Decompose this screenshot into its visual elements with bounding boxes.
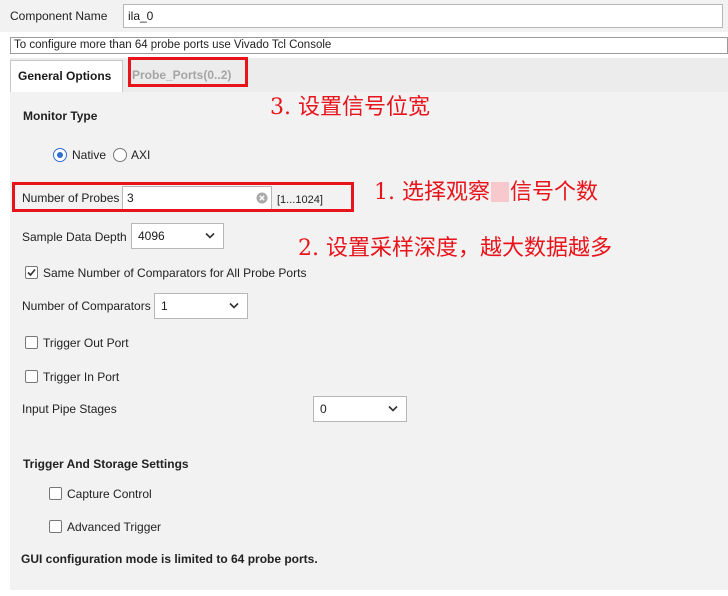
num-probes-highlight-box — [12, 182, 354, 212]
trigger-out-checkbox[interactable] — [25, 336, 38, 349]
same-comparators-label: Same Number of Comparators for All Probe… — [43, 266, 307, 280]
same-comparators-checkbox[interactable] — [25, 266, 38, 279]
trigger-storage-heading: Trigger And Storage Settings — [23, 457, 189, 471]
capture-control-label: Capture Control — [67, 487, 152, 501]
chevron-down-icon — [388, 405, 398, 412]
annotation-censor-mark — [490, 182, 509, 202]
radio-native[interactable] — [53, 148, 67, 162]
advanced-trigger-checkbox[interactable] — [49, 520, 62, 533]
radio-axi-label: AXI — [131, 148, 151, 162]
trigger-in-checkbox[interactable] — [25, 370, 38, 383]
num-comparators-value: 1 — [161, 299, 168, 313]
trigger-out-label: Trigger Out Port — [43, 336, 129, 350]
sample-depth-value: 4096 — [138, 229, 165, 243]
annotation-sample-depth: 2. 设置采样深度，越大数据越多 — [298, 236, 612, 261]
num-comparators-label: Number of Comparators — [22, 299, 151, 313]
annotation-bit-width: 3. 设置信号位宽 — [270, 95, 430, 120]
annotation-num-probes: 1. 选择观察 信号个数 — [374, 174, 598, 206]
radio-native-dot — [57, 152, 63, 158]
chevron-down-icon — [205, 232, 215, 239]
component-name-input[interactable]: ila_0 — [123, 4, 723, 28]
sample-depth-dropdown[interactable]: 4096 — [131, 223, 224, 249]
capture-control-checkbox[interactable] — [49, 487, 62, 500]
info-banner-text: To configure more than 64 probe ports us… — [14, 39, 332, 51]
annotation-num-probes-prefix: 1. 选择观察 — [374, 180, 490, 205]
radio-axi[interactable] — [113, 148, 127, 162]
input-pipe-label: Input Pipe Stages — [22, 402, 117, 416]
checkmark-icon — [27, 268, 36, 277]
advanced-trigger-label: Advanced Trigger — [67, 520, 162, 534]
input-pipe-dropdown[interactable]: 0 — [313, 396, 407, 422]
radio-native-label: Native — [72, 148, 107, 162]
num-comparators-dropdown[interactable]: 1 — [154, 293, 248, 319]
input-pipe-value: 0 — [320, 402, 327, 416]
component-name-label: Component Name — [10, 9, 108, 23]
annotation-num-probes-suffix: 信号个数 — [509, 180, 598, 205]
chevron-down-icon — [229, 302, 239, 309]
sample-depth-label: Sample Data Depth — [22, 230, 127, 244]
monitor-type-heading: Monitor Type — [23, 109, 98, 123]
probe-ports-highlight-box — [128, 57, 248, 87]
gui-limit-note: GUI configuration mode is limited to 64 … — [21, 552, 318, 566]
trigger-in-label: Trigger In Port — [43, 370, 120, 384]
tab-general-options-label: General Options — [18, 69, 112, 83]
tab-general-options[interactable]: General Options — [10, 60, 123, 92]
